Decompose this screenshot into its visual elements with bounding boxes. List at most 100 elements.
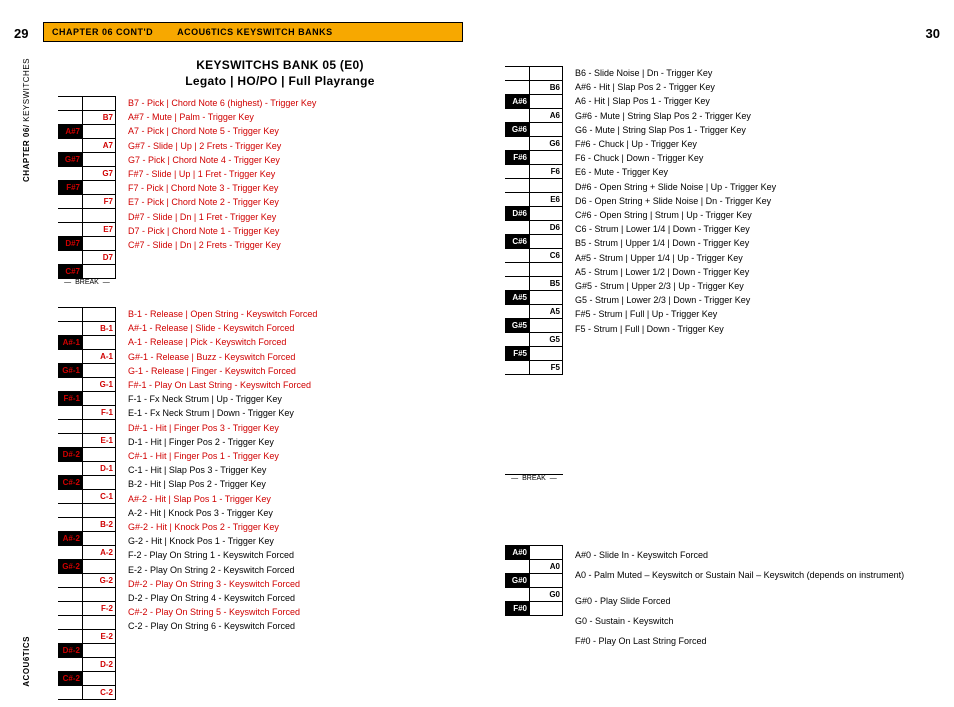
keyswitch-description: G#5 - Strum | Upper 2/3 | Up - Trigger K… [575, 279, 935, 293]
piano-black-key: G#5 [505, 319, 529, 332]
piano-white-key [529, 546, 563, 559]
piano-black-key: A#6 [505, 95, 529, 108]
piano-white-key: G5 [529, 333, 563, 346]
keyswitch-description: A#7 - Mute | Palm - Trigger Key [128, 110, 478, 124]
piano-white-key: F-2 [82, 602, 116, 615]
piano-white-key: B-1 [82, 322, 116, 335]
desc-left-a: B7 - Pick | Chord Note 6 (highest) - Tri… [128, 96, 478, 252]
section-left-a: B7A#7A7G#7G7F#7F7E7D#7D7C#7 B7 - Pick | … [58, 96, 478, 279]
keyswitch-description: A7 - Pick | Chord Note 5 - Trigger Key [128, 124, 478, 138]
keyswitch-description: D#6 - Open String + Slide Noise | Up - T… [575, 180, 935, 194]
piano-black-key: A#-1 [58, 336, 82, 349]
piano-white-key [529, 347, 563, 360]
piano-white-key: A6 [529, 109, 563, 122]
piano-white-key: D6 [529, 221, 563, 234]
piano-white-key: B-2 [82, 518, 116, 531]
keyswitch-description: F6 - Chuck | Down - Trigger Key [575, 151, 935, 165]
page-number-right: 30 [926, 26, 940, 41]
piano-black-key: G#0 [505, 574, 529, 587]
keyswitch-description: G#-1 - Release | Buzz - Keyswitch Forced [128, 350, 478, 364]
keyswitch-description: A0 - Palm Muted – Keyswitch or Sustain N… [575, 565, 935, 585]
piano-white-key: C6 [529, 249, 563, 262]
keyswitch-description: B5 - Strum | Upper 1/4 | Down - Trigger … [575, 236, 935, 250]
piano-black-key: F#6 [505, 151, 529, 164]
piano-black-key: D#-2 [58, 644, 82, 657]
keyswitch-description: D-2 - Play On String 4 - Keyswitch Force… [128, 591, 478, 605]
piano-white-key: E-2 [82, 630, 116, 643]
piano-black-key [505, 263, 529, 276]
side-label-product: ACOU6TICS [22, 636, 31, 687]
piano-white-key [82, 588, 116, 601]
keyswitch-description: A#5 - Strum | Upper 1/4 | Up - Trigger K… [575, 251, 935, 265]
keyswitch-description: E-1 - Fx Neck Strum | Down - Trigger Key [128, 406, 478, 420]
piano-white-key [82, 181, 116, 194]
piano-black-key: F#7 [58, 181, 82, 194]
keyswitch-description: A5 - Strum | Lower 1/2 | Down - Trigger … [575, 265, 935, 279]
piano-white-key [529, 151, 563, 164]
piano-white-key [529, 263, 563, 276]
piano-white-key [82, 420, 116, 433]
piano-black-key [58, 420, 82, 433]
piano-white-key: B6 [529, 81, 563, 94]
piano-white-key [82, 265, 116, 278]
keyswitch-description: D6 - Open String + Slide Noise | Dn - Tr… [575, 194, 935, 208]
piano-black-key: F#0 [505, 602, 529, 615]
keyswitch-description: C-2 - Play On String 6 - Keyswitch Force… [128, 619, 478, 633]
side-label-thin: KEYSWITCHES [22, 58, 31, 124]
piano-white-key: A0 [529, 560, 563, 573]
piano-black-key: G#7 [58, 153, 82, 166]
piano-black-key: F#-1 [58, 392, 82, 405]
keyswitch-description: G#0 - Play Slide Forced [575, 591, 935, 611]
keyswitch-description: G6 - Mute | String Slap Pos 1 - Trigger … [575, 123, 935, 137]
keyswitch-description: G5 - Strum | Lower 2/3 | Down - Trigger … [575, 293, 935, 307]
break-label: — BREAK — [58, 278, 116, 288]
piano-black-key [58, 97, 82, 110]
piano-white-key: D7 [82, 251, 116, 264]
piano-white-key [529, 291, 563, 304]
chapter-header-bar: CHAPTER 06 CONT'D ACOU6TICS KEYSWITCH BA… [43, 22, 463, 42]
piano-white-key [82, 560, 116, 573]
piano-white-key [529, 67, 563, 80]
keyswitch-description: C6 - Strum | Lower 1/4 | Down - Trigger … [575, 222, 935, 236]
piano-white-key: F6 [529, 165, 563, 178]
keyboard-right-b: A#0A0G#0G0F#0 [505, 545, 563, 616]
desc-right-b: A#0 - Slide In - Keyswitch ForcedA0 - Pa… [575, 545, 935, 651]
page-title: KEYSWITCHS BANK 05 (E0) Legato | HO/PO |… [100, 58, 460, 89]
piano-white-key [529, 235, 563, 248]
keyswitch-description: D#-2 - Play On String 3 - Keyswitch Forc… [128, 577, 478, 591]
piano-black-key [58, 308, 82, 321]
keyswitch-description: E7 - Pick | Chord Note 2 - Trigger Key [128, 195, 478, 209]
piano-black-key: A#0 [505, 546, 529, 559]
piano-white-key [82, 448, 116, 461]
piano-white-key [82, 616, 116, 629]
piano-black-key: D#-2 [58, 448, 82, 461]
piano-white-key: G-2 [82, 574, 116, 587]
piano-black-key: C#-2 [58, 672, 82, 685]
keyswitch-description: A#-1 - Release | Slide - Keyswitch Force… [128, 321, 478, 335]
keyswitch-description: B-2 - Hit | Slap Pos 2 - Trigger Key [128, 477, 478, 491]
piano-black-key: C#6 [505, 235, 529, 248]
desc-right-a: B6 - Slide Noise | Dn - Trigger KeyA#6 -… [575, 66, 935, 336]
keyswitch-description: G0 - Sustain - Keyswitch [575, 611, 935, 631]
keyswitch-description: B6 - Slide Noise | Dn - Trigger Key [575, 66, 935, 80]
piano-white-key [82, 153, 116, 166]
keyswitch-description: G-2 - Hit | Knock Pos 1 - Trigger Key [128, 534, 478, 548]
keyswitch-description: A#-2 - Hit | Slap Pos 1 - Trigger Key [128, 492, 478, 506]
side-label-bold: CHAPTER 06/ [22, 124, 31, 182]
piano-black-key: C#7 [58, 265, 82, 278]
piano-white-key: G6 [529, 137, 563, 150]
piano-white-key [529, 179, 563, 192]
piano-black-key [58, 588, 82, 601]
piano-black-key: C#-2 [58, 476, 82, 489]
piano-white-key: B5 [529, 277, 563, 290]
piano-black-key [505, 67, 529, 80]
piano-black-key: A#7 [58, 125, 82, 138]
keyswitch-description: G7 - Pick | Chord Note 4 - Trigger Key [128, 153, 478, 167]
keyswitch-description: A#0 - Slide In - Keyswitch Forced [575, 545, 935, 565]
piano-white-key: G0 [529, 588, 563, 601]
piano-white-key: A-2 [82, 546, 116, 559]
piano-white-key: B7 [82, 111, 116, 124]
page-number-left: 29 [14, 26, 28, 41]
piano-white-key: F5 [529, 361, 563, 374]
title-line-1: KEYSWITCHS BANK 05 (E0) [100, 58, 460, 74]
